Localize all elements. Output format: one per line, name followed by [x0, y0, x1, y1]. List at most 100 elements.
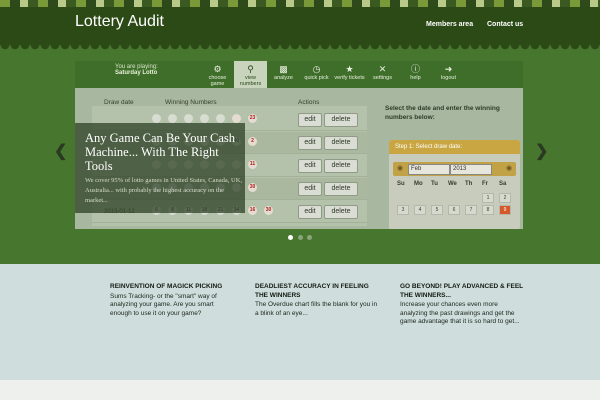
number-ball: 30 — [264, 206, 273, 215]
tab-logout[interactable]: ➜ logout — [432, 61, 465, 88]
prev-month-icon[interactable]: ◉ — [397, 164, 403, 172]
weekday-label: Sa — [499, 181, 507, 187]
hero-slider: ❮ ❯ You are playing: Saturday Lotto ⚙ cho… — [0, 45, 600, 264]
tab-label: settings — [373, 75, 392, 81]
column-header-winning-numbers: Winning Numbers — [165, 99, 217, 106]
nav-contact-us[interactable]: Contact us — [487, 21, 523, 28]
slide-caption: Any Game Can Be Your Cash Machine... Wit… — [75, 123, 245, 213]
tab-label: help — [410, 75, 421, 81]
calendar-day[interactable]: 1 — [482, 193, 494, 203]
month-select[interactable]: Feb — [408, 164, 450, 175]
star-icon: ★ — [345, 64, 354, 74]
playing-label: You are playing: Saturday Lotto — [115, 64, 158, 76]
features-section: REINVENTION OF MAGICK PICKING Sums Track… — [0, 264, 600, 380]
calendar-day[interactable]: 9 — [499, 205, 511, 215]
step-1-label: Step 1: Select draw date: — [395, 144, 463, 150]
slider-dot-1[interactable] — [288, 235, 293, 240]
tab-label: analyze — [274, 75, 293, 81]
calendar-day[interactable]: 7 — [465, 205, 477, 215]
clock-icon: ◷ — [312, 64, 321, 74]
tab-settings[interactable]: ✕ settings — [366, 61, 399, 88]
tab-verify-tickets[interactable]: ★ verify tickets — [333, 61, 366, 88]
nav-members-area[interactable]: Members area — [426, 21, 473, 28]
edit-button[interactable]: edit — [298, 136, 322, 150]
calendar-day[interactable]: 8 — [482, 205, 494, 215]
slider-dot-3[interactable] — [307, 235, 312, 240]
slider-dot-2[interactable] — [298, 235, 303, 240]
weekday-label: Tu — [431, 181, 438, 187]
top-stripe — [0, 0, 600, 7]
slide-text: We cover 95% of lotto games in United St… — [85, 177, 243, 204]
calendar-day[interactable]: 6 — [448, 205, 460, 215]
column-header-draw-date: Draw date — [104, 99, 134, 106]
feature-title: REINVENTION OF MAGICK PICKING — [110, 283, 223, 290]
edit-button[interactable]: edit — [298, 113, 322, 127]
date-entry-heading: Select the date and enter the winning nu… — [385, 105, 500, 121]
step-1-header: Step 1: Select draw date: — [389, 140, 520, 154]
app-toolbar: You are playing: Saturday Lotto ⚙ choose … — [75, 61, 523, 88]
calendar-day[interactable]: 5 — [431, 205, 443, 215]
number-ball: 2 — [248, 137, 257, 146]
feature-text: Sums Tracking- or the "smart" way of ana… — [110, 292, 217, 317]
tab-label: view numbers — [239, 75, 262, 87]
header-scallop-edge — [0, 45, 600, 51]
delete-button[interactable]: delete — [324, 136, 358, 150]
edit-button[interactable]: edit — [298, 205, 322, 219]
feature-text: The Overdue chart fills the blank for yo… — [255, 301, 378, 317]
feature-magick-picking: REINVENTION OF MAGICK PICKING Sums Track… — [110, 283, 235, 318]
feature-text: Increase your chances even more analyzin… — [400, 301, 520, 325]
tab-quick-pick[interactable]: ◷ quick pick — [300, 61, 333, 88]
game-name: Saturday Lotto — [115, 70, 158, 76]
feature-title: GO BEYOND! PLAY ADVANCED & FEEL THE WINN… — [400, 283, 524, 299]
number-ball: 11 — [248, 160, 257, 169]
magnifier-icon: ⚲ — [247, 64, 254, 74]
next-month-icon[interactable]: ◉ — [506, 164, 512, 172]
feature-title: DEADLIEST ACCURACY IN FEELING THE WINNER… — [255, 283, 369, 299]
weekday-label: Fr — [482, 181, 488, 187]
date-entry-panel: Select the date and enter the winning nu… — [383, 104, 523, 229]
gears-icon: ⚙ — [213, 64, 222, 74]
column-header-actions: Actions — [298, 99, 320, 106]
calendar-day[interactable]: 3 — [397, 205, 409, 215]
prev-slide-arrow-icon[interactable]: ❮ — [54, 141, 67, 161]
feature-deadliest-accuracy: DEADLIEST ACCURACY IN FEELING THE WINNER… — [255, 283, 380, 318]
number-ball: 23 — [248, 114, 257, 123]
weekday-label: Th — [465, 181, 473, 187]
tab-label: verify tickets — [334, 75, 365, 81]
delete-button[interactable]: delete — [324, 205, 358, 219]
tab-label: choose game — [208, 75, 227, 87]
delete-button[interactable]: delete — [324, 113, 358, 127]
number-ball — [216, 114, 225, 123]
delete-button[interactable]: delete — [324, 182, 358, 196]
number-ball — [184, 114, 193, 123]
edit-button[interactable]: edit — [298, 182, 322, 196]
tools-icon: ✕ — [378, 64, 387, 74]
tab-choose-game[interactable]: ⚙ choose game — [201, 61, 234, 88]
slide-title: Any Game Can Be Your Cash Machine... Wit… — [85, 131, 235, 173]
calendar-month-bar: ◉ Feb 2013 ◉ — [393, 162, 516, 176]
number-ball — [200, 114, 209, 123]
number-ball — [168, 114, 177, 123]
tab-help[interactable]: ⓘ help — [399, 61, 432, 88]
number-ball — [152, 114, 161, 123]
feature-go-beyond: GO BEYOND! PLAY ADVANCED & FEEL THE WINN… — [400, 283, 525, 327]
weekday-label: We — [448, 181, 457, 187]
delete-button[interactable]: delete — [324, 159, 358, 173]
logout-icon: ➜ — [444, 64, 453, 74]
edit-button[interactable]: edit — [298, 159, 322, 173]
tab-view-numbers[interactable]: ⚲ view numbers — [234, 61, 267, 88]
site-logo[interactable]: Lottery Audit — [75, 13, 164, 31]
number-ball: 30 — [248, 183, 257, 192]
tab-analyze[interactable]: ▩ analyze — [267, 61, 300, 88]
site-header: Lottery Audit Members area Contact us — [0, 7, 600, 45]
number-ball: 16 — [248, 206, 257, 215]
weekday-label: Mo — [414, 181, 423, 187]
year-select[interactable]: 2013 — [450, 164, 492, 175]
bar-chart-icon: ▩ — [279, 64, 288, 74]
calendar-day[interactable]: 2 — [499, 193, 511, 203]
page-bottom-strip — [0, 380, 600, 400]
weekday-label: Su — [397, 181, 405, 187]
calendar-day[interactable]: 4 — [414, 205, 426, 215]
draw-date-calendar: Step 1: Select draw date: ◉ Feb 2013 ◉ S… — [389, 140, 520, 229]
next-slide-arrow-icon[interactable]: ❯ — [535, 141, 548, 161]
